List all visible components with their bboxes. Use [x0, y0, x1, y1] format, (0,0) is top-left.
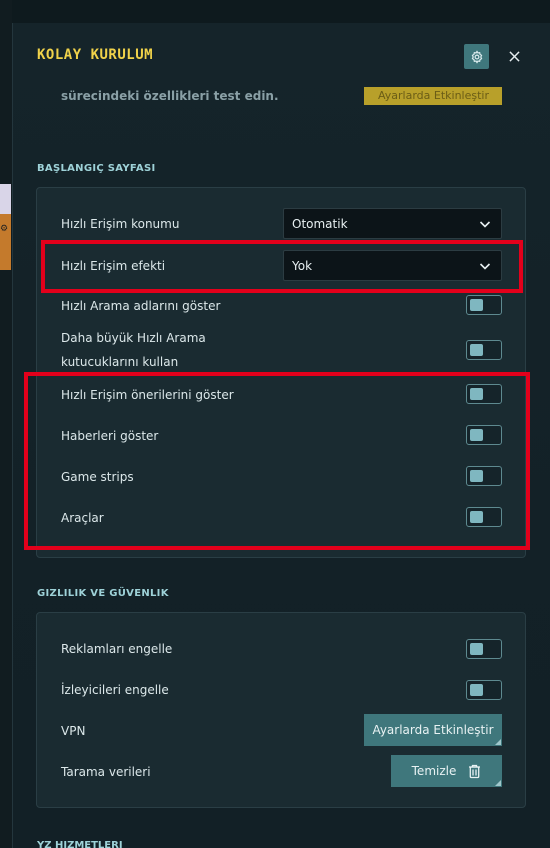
settings-button[interactable]	[464, 44, 489, 69]
browsing-data-label: Tarama verileri	[61, 765, 151, 779]
trash-icon	[469, 764, 481, 778]
block-trackers-label: İzleyicileri engelle	[61, 683, 169, 697]
gear-icon	[471, 49, 482, 64]
vpn-enable-button-label: Ayarlarda Etkinleştir	[372, 723, 494, 737]
block-ads-toggle[interactable]	[466, 639, 502, 659]
highlight-quick-access-effect	[41, 240, 523, 293]
start-page-section-title: BAŞLANGIÇ SAYFASI	[37, 163, 156, 174]
clear-button-label: Temizle	[411, 764, 457, 778]
panel-title: KOLAY KURULUM	[37, 47, 154, 63]
intro-text: sürecindeki özellikleri test edin.	[61, 89, 279, 103]
show-quick-search-names-label: Hızlı Arama adlarını göster	[61, 299, 221, 313]
vpn-enable-button[interactable]: Ayarlarda Etkinleştir	[364, 714, 502, 746]
ai-services-section-title: YZ HIZMETLERI	[37, 840, 123, 848]
close-button[interactable]	[505, 44, 523, 69]
quick-access-position-label: Hızlı Erişim konumu	[61, 217, 180, 231]
quick-access-position-value: Otomatik	[292, 216, 348, 231]
larger-quick-search-tiles-toggle[interactable]	[466, 340, 502, 360]
quick-access-position-select[interactable]: Otomatik	[283, 208, 502, 239]
close-icon	[508, 51, 520, 62]
background-page	[0, 0, 12, 848]
vpn-label: VPN	[61, 724, 86, 738]
block-ads-label: Reklamları engelle	[61, 642, 173, 656]
block-trackers-toggle[interactable]	[466, 680, 502, 700]
chevron-down-icon	[479, 221, 491, 228]
show-quick-search-names-toggle[interactable]	[466, 295, 502, 315]
privacy-section-title: GIZLILIK VE GÜVENLIK	[37, 588, 169, 599]
panel-header: KOLAY KURULUM	[13, 23, 550, 87]
larger-quick-search-tiles-label-line1: Daha büyük Hızlı Arama	[61, 331, 206, 345]
clear-browsing-data-button[interactable]: Temizle	[391, 755, 502, 787]
highlight-start-page-toggles	[24, 372, 530, 550]
background-thumbnail: ⚙	[0, 184, 11, 270]
larger-quick-search-tiles-label-line2: kutucuklarını kullan	[61, 355, 179, 369]
